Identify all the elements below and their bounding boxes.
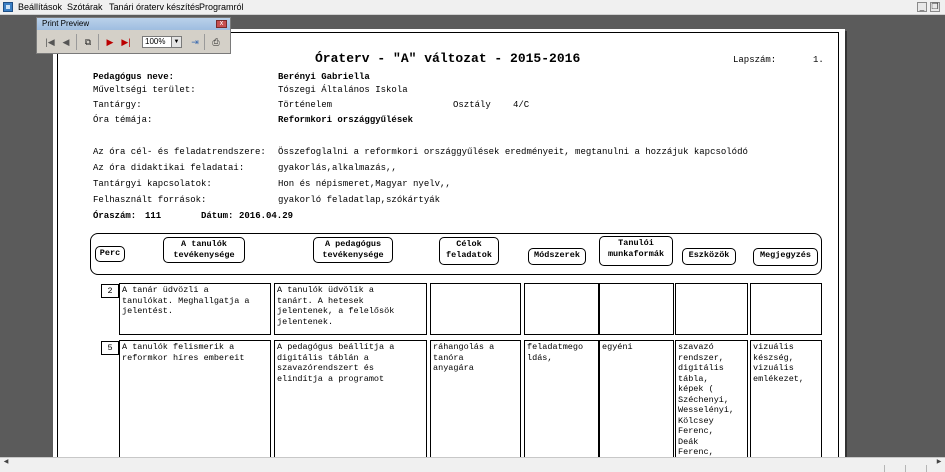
status-bar	[0, 465, 945, 472]
print-icon[interactable]: ⎙	[209, 35, 223, 49]
goal-value: Összefoglalni a reformkori országgyűlése…	[278, 147, 748, 157]
status-panel	[905, 465, 926, 472]
menu-item-settings[interactable]: Beállítások	[18, 0, 62, 14]
prev-page-icon[interactable]: ◀	[59, 35, 73, 49]
header-notes: Megjegyzés	[753, 248, 818, 266]
row-1-notes	[750, 283, 822, 335]
row-1-minutes: 2	[101, 284, 119, 298]
minimize-button[interactable]: _	[917, 2, 927, 12]
toolbar-separator	[98, 34, 99, 50]
page-number-value: 1.	[813, 55, 824, 65]
goal-label: Az óra cél- és feladatrendszere:	[93, 147, 266, 157]
field-value-teacher: Berényi Gabriella	[278, 72, 370, 82]
header-teacher-activity: A pedagógus tevékenysége	[313, 237, 393, 263]
toolbar-title[interactable]: Print Preview	[37, 18, 230, 30]
toolbar-close-button[interactable]: x	[216, 20, 227, 28]
field-label-subject: Tantárgy:	[93, 100, 142, 110]
header-methods: Módszerek	[528, 248, 586, 265]
document-page: Óraterv - "A" változat - 2015-2016 Lapsz…	[53, 29, 845, 469]
next-page-icon[interactable]: ▶	[103, 35, 117, 49]
field-label-teacher: Pedagógus neve:	[93, 72, 175, 82]
pages-icon[interactable]: ⧉	[81, 35, 95, 49]
class-label: Osztály	[453, 100, 491, 110]
header-work-forms: Tanulói munkaformák	[599, 236, 673, 266]
sources-label: Felhasznált források:	[93, 195, 207, 205]
menu-item-about[interactable]: Programról	[199, 0, 244, 14]
exit-icon[interactable]: ⇥	[188, 35, 202, 49]
field-label-topic: Óra témája:	[93, 115, 153, 125]
didactic-label: Az óra didaktikai feladatai:	[93, 163, 245, 173]
document-title: Óraterv - "A" változat - 2015-2016	[315, 51, 581, 66]
field-value-subject: Történelem	[278, 100, 333, 110]
didactic-value: gyakorlás,alkalmazás,,	[278, 163, 397, 173]
row-2-student-activity: A tanulók felismerik a reformkor híres e…	[119, 340, 271, 469]
links-label: Tantárgyi kapcsolatok:	[93, 179, 212, 189]
preview-area: Óraterv - "A" változat - 2015-2016 Lapsz…	[0, 15, 945, 469]
hours-value: 111	[145, 211, 162, 221]
status-panel	[926, 465, 945, 472]
row-2-goals: ráhangolás a tanóra anyagára	[430, 340, 521, 469]
header-goals: Célok feladatok	[439, 237, 499, 265]
row-2-notes: vizuális készség, vizuális emlékezet,	[750, 340, 822, 469]
class-value: 4/C	[513, 100, 530, 110]
restore-button[interactable]: ❐	[930, 2, 940, 12]
last-page-icon[interactable]: ▶|	[119, 35, 133, 49]
header-student-activity: A tanulók tevékenysége	[163, 237, 245, 263]
row-1-tools	[675, 283, 748, 335]
field-value-area: Tószegi Általános Iskola	[278, 85, 408, 95]
menu-item-dictionaries[interactable]: Szótárak	[67, 0, 103, 14]
page-number-label: Lapszám:	[733, 55, 777, 65]
row-1-student-activity: A tanár üdvözli a tanulókat. Meghallgatj…	[119, 283, 271, 335]
row-2-work-forms: egyéni	[599, 340, 674, 469]
chevron-down-icon[interactable]: ▼	[171, 37, 181, 47]
menu-item-lesson-plan[interactable]: Tanári óraterv készítés	[109, 0, 200, 14]
toolbar-separator	[204, 34, 205, 50]
app-icon	[3, 2, 13, 12]
row-2-tools: szavazó rendszer, digitális tábla, képek…	[675, 340, 748, 469]
first-page-icon[interactable]: |◀	[43, 35, 57, 49]
sources-value: gyakorló feladatlap,szókártyák	[278, 195, 441, 205]
row-2-methods: feladatmego ldás,	[524, 340, 599, 469]
row-1-work-forms	[599, 283, 674, 335]
status-panel	[884, 465, 905, 472]
row-1-methods	[524, 283, 599, 335]
row-2-teacher-activity: A pedagógus beállítja a digitális táblán…	[274, 340, 427, 469]
toolbar-separator	[76, 34, 77, 50]
field-label-area: Műveltségi terület:	[93, 85, 196, 95]
row-2-minutes: 5	[101, 341, 119, 355]
date-label: Dátum:	[201, 211, 234, 221]
menu-bar: Beállítások Szótárak Tanári óraterv kész…	[0, 0, 945, 15]
hours-label: Óraszám:	[93, 211, 137, 221]
print-preview-toolbar[interactable]: Print Preview x |◀ ◀ ⧉ ▶ ▶| 100% ▼ ⇥ ⎙	[36, 17, 231, 54]
header-tools: Eszközök	[682, 248, 736, 265]
row-1-goals	[430, 283, 521, 335]
field-value-topic: Reformkori országgyűlések	[278, 115, 414, 125]
zoom-value: 100%	[145, 37, 166, 46]
zoom-select[interactable]: 100% ▼	[142, 36, 182, 48]
header-minutes: Perc	[95, 246, 125, 262]
row-1-teacher-activity: A tanulók üdvölik a tanárt. A hetesek je…	[274, 283, 427, 335]
date-value: 2016.04.29	[239, 211, 294, 221]
links-value: Hon és népismeret,Magyar nyelv,,	[278, 179, 451, 189]
